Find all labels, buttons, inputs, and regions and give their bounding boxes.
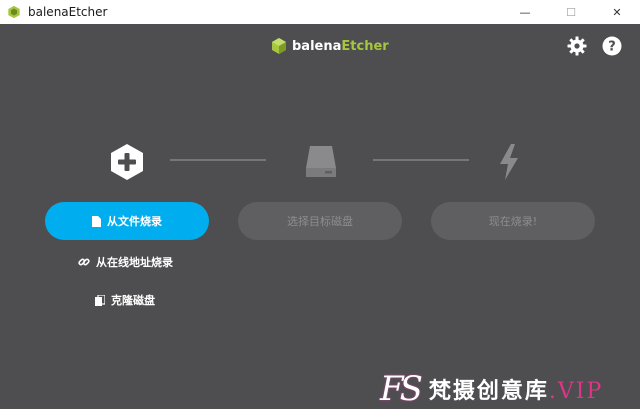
title-bar: balenaEtcher — ☐ ✕ — [0, 0, 640, 24]
select-target-label: 选择目标磁盘 — [287, 215, 353, 228]
watermark-text: 梵摄创意库.VIP — [429, 373, 603, 405]
plus-hexagon-icon — [111, 144, 143, 180]
lightning-bolt-icon — [500, 144, 518, 180]
flash-now-button[interactable]: 现在烧录! — [431, 202, 595, 240]
etcher-app-icon — [8, 5, 20, 19]
clone-drive-label: 克隆磁盘 — [111, 294, 155, 307]
settings-button[interactable] — [565, 34, 589, 58]
flash-from-url-link[interactable]: 从在线地址烧录 — [78, 254, 173, 270]
close-button[interactable]: ✕ — [594, 0, 640, 24]
clone-drive-link[interactable]: 克隆磁盘 — [95, 292, 155, 308]
link-icon — [78, 258, 90, 266]
gear-icon — [567, 36, 587, 56]
select-drive-step — [303, 144, 339, 180]
logo-text-etcher: Etcher — [341, 38, 389, 54]
watermark-site-name: 梵摄创意库 — [428, 379, 549, 404]
file-icon — [92, 215, 101, 227]
drive-icon — [306, 146, 336, 177]
flash-now-label: 现在烧录! — [488, 215, 538, 228]
watermark-logo: FS — [380, 369, 423, 409]
watermark: FS 梵摄创意库.VIP — [380, 369, 603, 409]
logo-text-balena: balena — [292, 38, 342, 54]
etcher-cube-icon — [272, 38, 286, 54]
step-connector-2 — [373, 159, 469, 161]
select-target-button[interactable]: 选择目标磁盘 — [238, 202, 402, 240]
flash-from-file-label: 从文件烧录 — [107, 215, 162, 228]
flash-from-file-button[interactable]: 从文件烧录 — [45, 202, 209, 240]
maximize-button[interactable]: ☐ — [548, 0, 594, 24]
help-button[interactable]: ? — [600, 34, 624, 58]
help-icon: ? — [602, 36, 622, 56]
watermark-suffix: .VIP — [548, 379, 604, 404]
flash-step — [496, 142, 522, 182]
window-title: balenaEtcher — [28, 5, 108, 19]
step-connector-1 — [170, 159, 266, 161]
main-panel: balena Etcher ? 从文件烧录 选择目标磁盘 现在烧录! 从在线地址… — [0, 24, 640, 409]
copy-icon — [95, 294, 105, 306]
minimize-button[interactable]: — — [502, 0, 548, 24]
flash-from-url-label: 从在线地址烧录 — [96, 256, 173, 269]
balena-etcher-logo: balena Etcher — [270, 37, 389, 55]
svg-text:?: ? — [608, 40, 616, 55]
select-image-step — [108, 143, 146, 181]
